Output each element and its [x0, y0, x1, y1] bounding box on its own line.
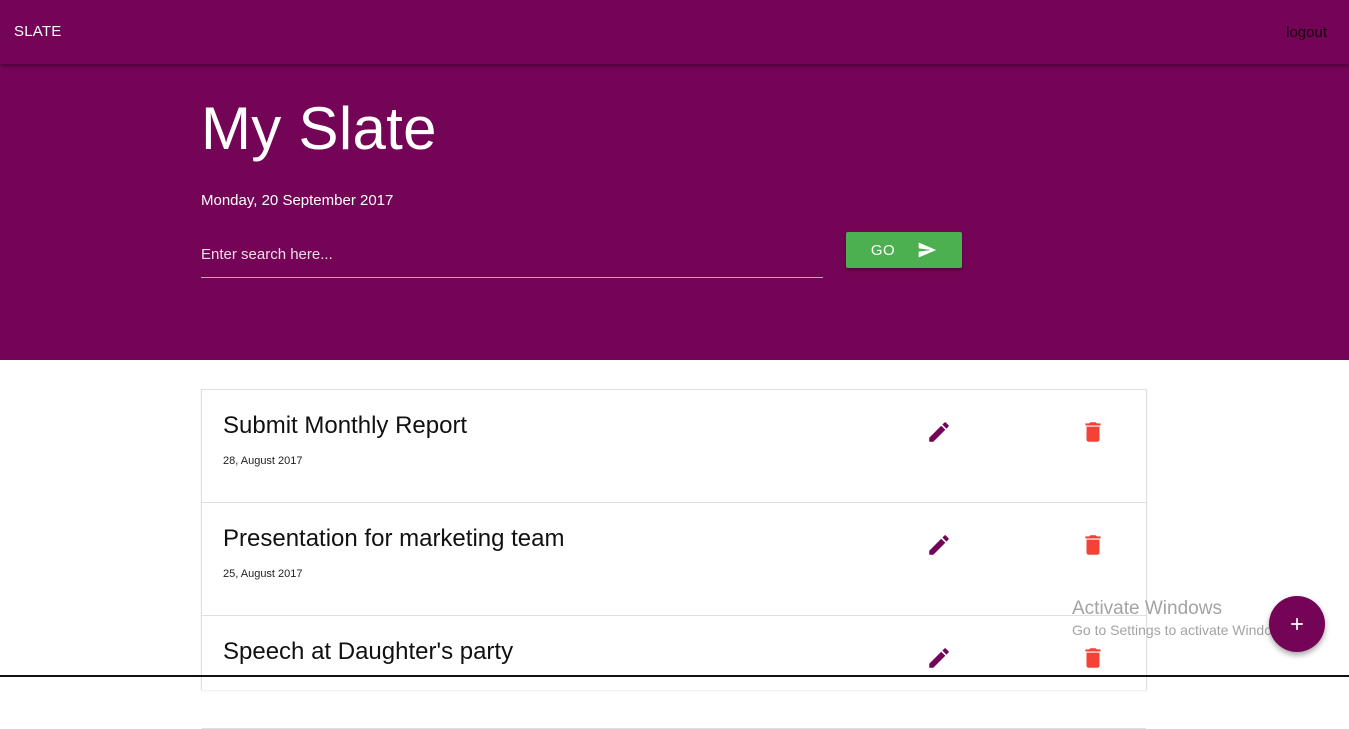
windows-activation-watermark: Activate Windows Go to Settings to activ…	[1072, 598, 1293, 638]
trash-icon	[1085, 422, 1101, 442]
watermark-subtitle: Go to Settings to activate Windows.	[1072, 622, 1293, 638]
current-date: Monday, 20 September 2017	[201, 192, 394, 209]
delete-button[interactable]	[1080, 532, 1106, 558]
hero-section: My Slate Monday, 20 September 2017 GO	[0, 64, 1349, 360]
trash-icon	[1085, 648, 1101, 668]
page-title: My Slate	[201, 95, 437, 162]
pencil-icon	[929, 422, 949, 442]
task-item: Speech at Daughter's party	[202, 616, 1146, 729]
delete-button[interactable]	[1080, 645, 1106, 671]
plus-icon	[1291, 618, 1303, 630]
task-list: Submit Monthly Report 28, August 2017 Pr…	[201, 389, 1147, 729]
edit-button[interactable]	[926, 419, 952, 445]
watermark-title: Activate Windows	[1072, 598, 1222, 619]
task-title: Presentation for marketing team	[223, 525, 565, 552]
brand-logo[interactable]: SLATE	[14, 23, 61, 40]
search-field	[201, 232, 823, 278]
add-task-button[interactable]	[1269, 596, 1325, 652]
go-button-label: GO	[870, 241, 896, 259]
top-navbar: SLATE logout	[0, 0, 1349, 64]
task-item: Presentation for marketing team 25, Augu…	[202, 503, 1146, 616]
task-title: Speech at Daughter's party	[223, 638, 514, 665]
task-item: Submit Monthly Report 28, August 2017	[202, 390, 1146, 503]
send-icon	[918, 242, 937, 258]
go-button[interactable]: GO	[846, 232, 962, 268]
pencil-icon	[929, 648, 949, 668]
search-input[interactable]	[201, 240, 823, 268]
logout-link[interactable]: logout	[1286, 24, 1327, 41]
edit-button[interactable]	[926, 532, 952, 558]
task-title: Submit Monthly Report	[223, 412, 468, 439]
delete-button[interactable]	[1080, 419, 1106, 445]
task-date: 28, August 2017	[223, 455, 303, 467]
pencil-icon	[929, 535, 949, 555]
trash-icon	[1085, 535, 1101, 555]
edit-button[interactable]	[926, 645, 952, 671]
task-date: 25, August 2017	[223, 568, 303, 580]
